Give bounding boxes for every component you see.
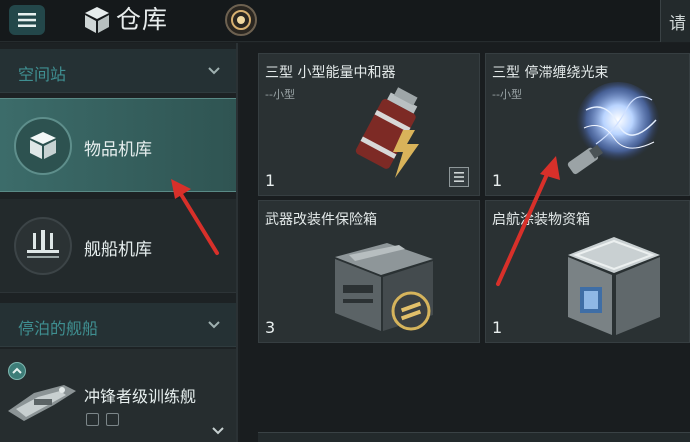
section-header-space-station[interactable]: 空间站: [0, 49, 236, 93]
ship-status-badge: [8, 362, 26, 380]
item-size: --小型: [492, 88, 522, 101]
item-name: 武器改装件保险箱: [265, 212, 377, 228]
chevron-down-icon: [208, 321, 220, 329]
item-name: 三型 停滞缠绕光束: [492, 65, 609, 81]
item-card[interactable]: 武器改装件保险箱 3: [258, 200, 480, 343]
top-bar: 仓库 请: [0, 0, 690, 42]
ship-module-icon: [106, 413, 119, 426]
item-hangar-icon: [14, 117, 72, 175]
warehouse-box-icon: [85, 7, 109, 33]
battery-lightning-icon: [355, 87, 419, 178]
item-quantity: 1: [492, 318, 503, 337]
chevron-down-icon: [208, 67, 220, 75]
section-label: 停泊的舰船: [18, 319, 99, 338]
ship-name: 冲锋者级训练舰: [84, 387, 197, 406]
annotation-arrow-icon: [171, 179, 219, 255]
item-name: 三型 小型能量中和器: [265, 65, 396, 81]
ring-beacon-icon[interactable]: [224, 3, 258, 37]
list-icon: [454, 172, 464, 182]
item-quantity: 3: [265, 318, 276, 337]
bottom-strip: [258, 432, 690, 442]
sidebar-item-label: 舰船机库: [84, 240, 152, 260]
ship-hangar-icon: [14, 217, 72, 275]
energy-orb-icon: [567, 82, 660, 175]
section-header-docked-ships[interactable]: 停泊的舰船: [0, 303, 236, 347]
top-right-label: 请: [669, 14, 686, 34]
crate-icon: [335, 243, 433, 331]
ship-module-icon: [86, 413, 99, 426]
annotation-arrow-icon: [496, 156, 560, 286]
section-label: 空间站: [18, 65, 67, 84]
item-quantity: 1: [265, 171, 276, 190]
item-card[interactable]: 三型 小型能量中和器 --小型 1: [258, 53, 480, 196]
top-right-button[interactable]: 请: [660, 0, 690, 42]
item-options-button[interactable]: [449, 167, 469, 187]
sidebar-item-label: 物品机库: [84, 140, 152, 160]
hamburger-icon: [18, 13, 36, 27]
docked-ship-item[interactable]: 冲锋者级训练舰: [0, 349, 236, 442]
chevron-down-icon[interactable]: [210, 423, 226, 439]
item-size: --小型: [265, 88, 295, 101]
hamburger-menu-button[interactable]: [9, 5, 45, 35]
page-title: 仓库: [116, 5, 169, 34]
cube-box-icon: [568, 237, 660, 335]
